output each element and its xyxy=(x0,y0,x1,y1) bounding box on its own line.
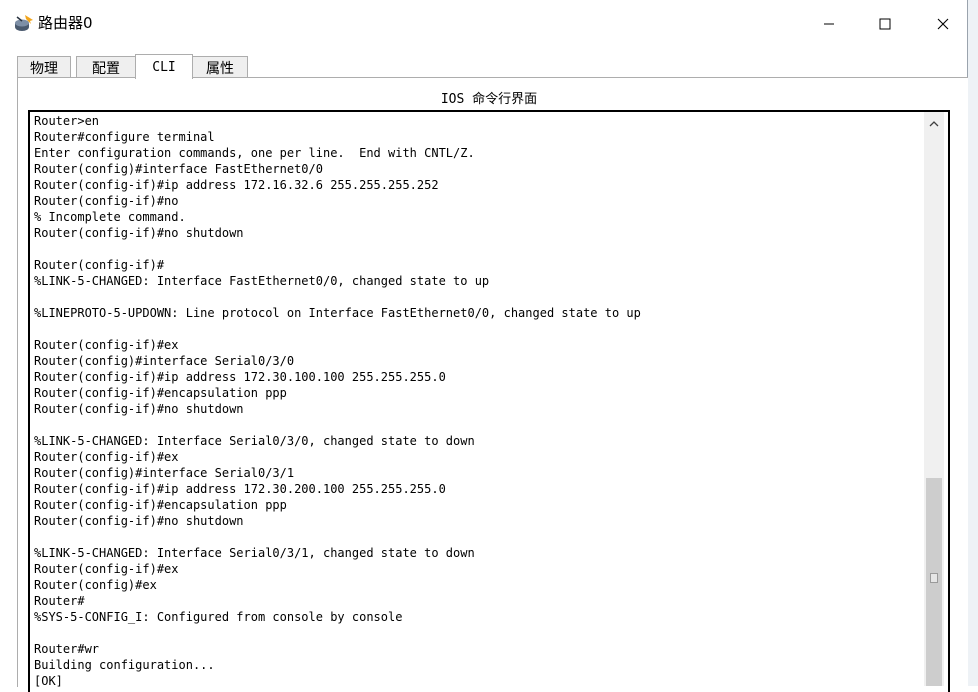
scroll-up-button[interactable] xyxy=(924,112,944,132)
tab-cli[interactable]: CLI xyxy=(135,54,193,79)
console-line: Router(config-if)#no xyxy=(34,194,179,208)
console-line: Router#configure terminal xyxy=(34,130,215,144)
minimize-button[interactable] xyxy=(806,8,852,40)
console-line: Router(config-if)#no shutdown xyxy=(34,514,244,528)
title-bar[interactable]: 路由器0 xyxy=(0,0,967,46)
console-line: Building configuration... xyxy=(34,658,215,672)
close-icon xyxy=(937,15,949,34)
console-line: Router(config-if)#ip address 172.30.200.… xyxy=(34,482,446,496)
console-line: Router(config)#interface Serial0/3/0 xyxy=(34,354,295,368)
console-line: Router#wr xyxy=(34,642,100,656)
console-line: %LINK-5-CHANGED: Interface Serial0/3/1, … xyxy=(34,546,475,560)
console-line: Router(config)#interface Serial0/3/1 xyxy=(34,466,295,480)
scrollbar-thumb[interactable] xyxy=(926,478,942,686)
console-line: %LINEPROTO-5-UPDOWN: Line protocol on In… xyxy=(34,306,641,320)
console-output[interactable]: Router>en Router#configure terminal Ente… xyxy=(34,113,641,689)
console-line: Router(config-if)#ex xyxy=(34,562,179,576)
tab-physical[interactable]: 物理 xyxy=(17,56,71,78)
console-line: Router(config-if)#encapsulation ppp xyxy=(34,498,287,512)
console-line: Router>en xyxy=(34,114,100,128)
tab-bar: 物理 配置 CLI 属性 xyxy=(17,54,967,79)
window-title: 路由器0 xyxy=(38,14,93,32)
console-line: Router(config)#ex xyxy=(34,578,157,592)
console-line: Router(config-if)#no shutdown xyxy=(34,226,244,240)
console-line: %LINK-5-CHANGED: Interface Serial0/3/0, … xyxy=(34,434,475,448)
console-line: Router(config-if)#no shutdown xyxy=(34,402,244,416)
router-window: 路由器0 物理 配置 CLI 属性 IOS 命令行界面 Router>en Ro… xyxy=(0,0,968,692)
chevron-up-icon xyxy=(929,113,939,132)
maximize-icon xyxy=(879,15,891,34)
console-line: Enter configuration commands, one per li… xyxy=(34,146,475,160)
console-line: Router(config-if)#encapsulation ppp xyxy=(34,386,287,400)
console-line: Router(config)#interface FastEthernet0/0 xyxy=(34,162,323,176)
console-line: Router(config-if)#ex xyxy=(34,450,179,464)
cli-heading: IOS 命令行界面 xyxy=(440,92,538,107)
console-line: %SYS-5-CONFIG_I: Configured from console… xyxy=(34,610,403,624)
console-line: Router(config-if)# xyxy=(34,258,165,272)
console-line: % Incomplete command. xyxy=(34,210,186,224)
console-line: Router(config-if)#ex xyxy=(34,338,179,352)
close-button[interactable] xyxy=(920,8,966,40)
console-line: Router# xyxy=(34,594,85,608)
console-line: Router(config-if)#ip address 172.16.32.6… xyxy=(34,178,439,192)
console-line: %LINK-5-CHANGED: Interface FastEthernet0… xyxy=(34,274,490,288)
minimize-icon xyxy=(823,15,835,34)
tab-attributes[interactable]: 属性 xyxy=(192,56,248,78)
console-scrollbar[interactable] xyxy=(924,112,944,686)
tab-config[interactable]: 配置 xyxy=(76,56,136,78)
cli-console[interactable]: Router>en Router#configure terminal Ente… xyxy=(28,110,950,692)
scrollbar-grip xyxy=(930,573,938,583)
router-icon xyxy=(13,14,35,34)
maximize-button[interactable] xyxy=(862,8,908,40)
console-line: Router(config-if)#ip address 172.30.100.… xyxy=(34,370,446,384)
